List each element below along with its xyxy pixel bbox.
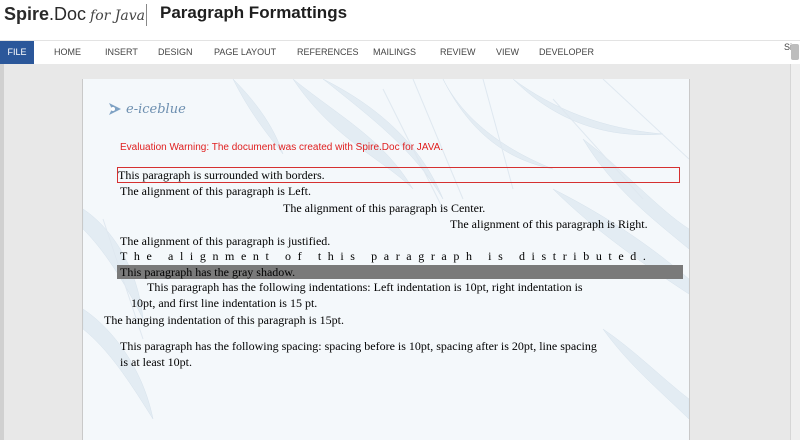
paragraph-spacing-line-2: is at least 10pt.	[120, 355, 192, 369]
evaluation-warning: Evaluation Warning: The document was cre…	[120, 142, 444, 153]
title-separator	[146, 4, 147, 26]
scrollbar-thumb[interactable]	[791, 44, 799, 60]
ribbon-tab-bar: FILE HOME INSERT DESIGN PAGE LAYOUT REFE…	[0, 40, 800, 65]
tab-developer[interactable]: DEVELOPER	[539, 41, 594, 64]
workspace-left-edge	[0, 64, 4, 440]
tab-home[interactable]: HOME	[54, 41, 81, 64]
paragraph-justified: The alignment of this paragraph is justi…	[120, 234, 331, 248]
paragraph-left: The alignment of this paragraph is Left.	[120, 184, 311, 198]
paragraph-bordered: This paragraph is surrounded with border…	[117, 167, 680, 183]
paragraph-right: The alignment of this paragraph is Right…	[450, 217, 648, 231]
tab-page-layout[interactable]: PAGE LAYOUT	[214, 41, 276, 64]
eiceblue-logo: e-iceblue	[107, 101, 186, 117]
tab-mailings[interactable]: MAILINGS	[373, 41, 416, 64]
paragraph-indent-line-2: 10pt, and first line indentation is 15 p…	[131, 296, 318, 310]
app-brand: Spire.Doc for Java	[4, 4, 145, 25]
window-title: Paragraph Formattings	[160, 3, 348, 22]
tab-design[interactable]: DESIGN	[158, 41, 193, 64]
logo-text: e-iceblue	[126, 101, 186, 117]
paragraph-distributed: The alignment of this paragraph is distr…	[120, 249, 653, 263]
tab-references[interactable]: REFERENCES	[297, 41, 359, 64]
tab-file[interactable]: FILE	[0, 41, 34, 64]
tab-review[interactable]: REVIEW	[440, 41, 476, 64]
vertical-scrollbar[interactable]	[790, 64, 800, 440]
document-page[interactable]: e-iceblue Evaluation Warning: The docume…	[82, 79, 690, 440]
title-bar: Spire.Doc for Java Paragraph Formattings	[0, 0, 800, 38]
tab-view[interactable]: VIEW	[496, 41, 519, 64]
eiceblue-logo-icon	[109, 103, 121, 115]
brand-name: Spire	[4, 4, 50, 24]
brand-product: .Doc	[49, 4, 87, 24]
paragraph-shadow: This paragraph has the gray shadow.	[117, 265, 683, 279]
paragraph-hanging: The hanging indentation of this paragrap…	[104, 313, 344, 327]
tab-insert[interactable]: INSERT	[105, 41, 138, 64]
paragraph-center: The alignment of this paragraph is Cente…	[283, 201, 486, 215]
paragraph-indent-line-1: This paragraph has the following indenta…	[147, 280, 583, 294]
paragraph-spacing-line-1: This paragraph has the following spacing…	[120, 339, 597, 353]
brand-platform: for Java	[90, 8, 146, 24]
